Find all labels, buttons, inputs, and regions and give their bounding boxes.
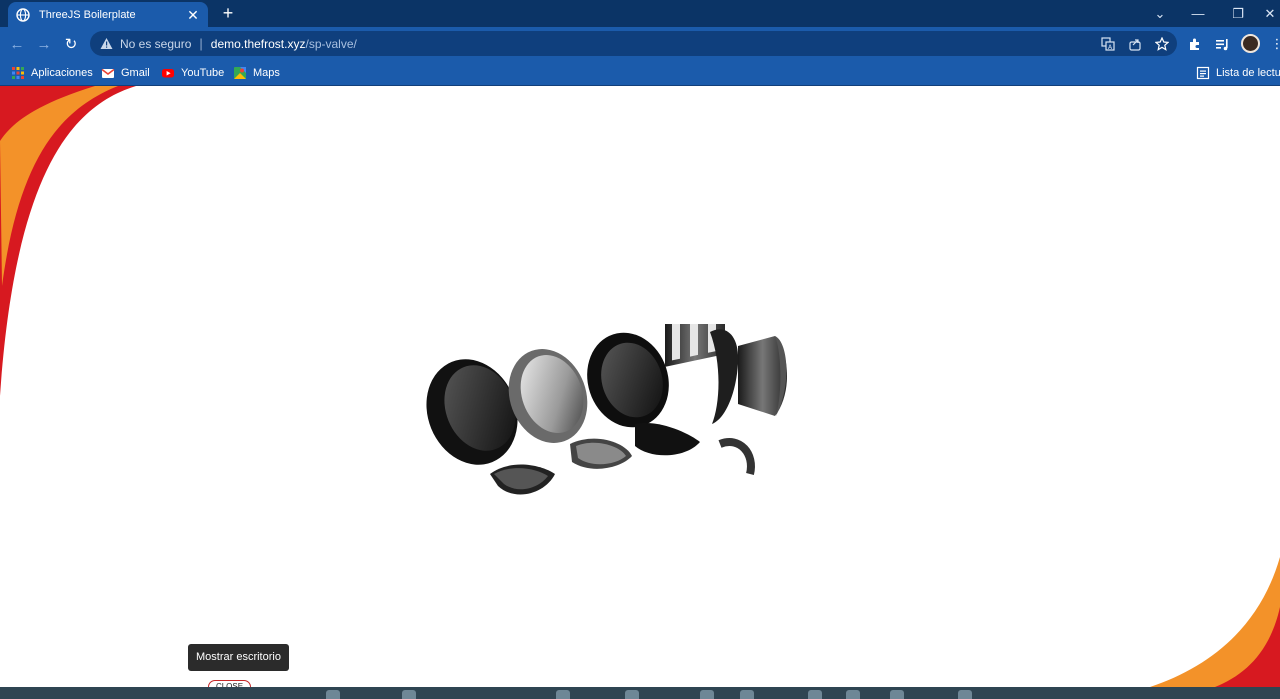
star-icon[interactable]: [1154, 36, 1170, 52]
os-taskbar: [0, 687, 1280, 699]
show-desktop-tooltip: Mostrar escritorio: [188, 644, 289, 671]
translate-icon[interactable]: A: [1100, 36, 1116, 52]
forward-button[interactable]: →: [33, 33, 55, 55]
address-separator: |: [199, 36, 203, 51]
close-window-button[interactable]: ✕: [1250, 0, 1280, 27]
brand-swoosh-bottom-right: [1150, 557, 1280, 687]
share-icon[interactable]: [1127, 36, 1143, 52]
apps-grid-icon: [11, 66, 25, 80]
url-path: /sp-valve/: [305, 36, 357, 51]
taskbar-app-icon[interactable]: [846, 690, 860, 699]
bookmark-label: Aplicaciones: [31, 67, 93, 79]
reload-button[interactable]: ↻: [60, 33, 82, 55]
taskbar-app-icon[interactable]: [890, 690, 904, 699]
taskbar-app-icon[interactable]: [402, 690, 416, 699]
security-label: No es seguro: [120, 36, 192, 51]
bookmark-maps[interactable]: Maps: [233, 64, 280, 82]
youtube-icon: [161, 66, 175, 80]
bookmark-youtube[interactable]: YouTube: [161, 64, 224, 82]
taskbar-app-icon[interactable]: [326, 690, 340, 699]
brand-swoosh-top-left: [0, 86, 136, 396]
taskbar-app-icon[interactable]: [556, 690, 570, 699]
bookmark-aplicaciones[interactable]: Aplicaciones: [11, 64, 93, 82]
minimize-button[interactable]: —: [1178, 0, 1218, 27]
globe-icon: [16, 7, 30, 22]
extensions-icon[interactable]: [1186, 35, 1204, 53]
valve-3d-model[interactable]: [420, 324, 800, 509]
taskbar-app-icon[interactable]: [958, 690, 972, 699]
bookmark-label: YouTube: [181, 67, 225, 79]
reading-list-button[interactable]: Lista de lectura: [1196, 64, 1280, 82]
valve-spring-piece: [710, 329, 788, 475]
tab-title: ThreeJS Boilerplate: [39, 8, 136, 21]
bookmarks-bar: Aplicaciones Gmail YouTube Maps Lista de…: [0, 60, 1280, 86]
profile-avatar[interactable]: [1241, 34, 1260, 53]
gmail-icon: [101, 66, 115, 80]
new-tab-button[interactable]: +: [218, 3, 238, 23]
warning-icon[interactable]: [100, 37, 113, 50]
tab-close-icon[interactable]: ✕: [186, 8, 200, 22]
reading-list-label: Lista de lectura: [1216, 67, 1280, 79]
taskbar-app-icon[interactable]: [700, 690, 714, 699]
bookmark-label: Gmail: [121, 67, 150, 79]
browser-toolbar: ← → ↻ No es seguro | demo.thefrost.xyz /…: [0, 27, 1280, 60]
taskbar-app-icon[interactable]: [625, 690, 639, 699]
taskbar-app-icon[interactable]: [808, 690, 822, 699]
reading-list-icon: [1196, 66, 1210, 80]
maps-icon: [233, 66, 247, 80]
taskbar-app-icon[interactable]: [740, 690, 754, 699]
bookmark-label: Maps: [253, 67, 280, 79]
back-button[interactable]: ←: [6, 33, 28, 55]
reading-queue-icon[interactable]: [1213, 35, 1231, 53]
webgl-page: [0, 86, 1280, 687]
menu-icon[interactable]: ⋮: [1268, 35, 1280, 53]
tab-strip: ThreeJS Boilerplate ✕ + ⌄ — ❐ ✕: [0, 0, 1280, 27]
url-host: demo.thefrost.xyz: [210, 36, 306, 51]
address-bar[interactable]: No es seguro | demo.thefrost.xyz /sp-val…: [90, 31, 1177, 56]
bookmark-gmail[interactable]: Gmail: [101, 64, 150, 82]
valve-body-piece: [587, 324, 725, 456]
browser-window: ThreeJS Boilerplate ✕ + ⌄ — ❐ ✕ ← → ↻ No…: [0, 0, 1280, 699]
tab-search-dropdown-icon[interactable]: ⌄: [1140, 0, 1180, 27]
tab-threejs-boilerplate[interactable]: ThreeJS Boilerplate ✕: [8, 2, 208, 27]
